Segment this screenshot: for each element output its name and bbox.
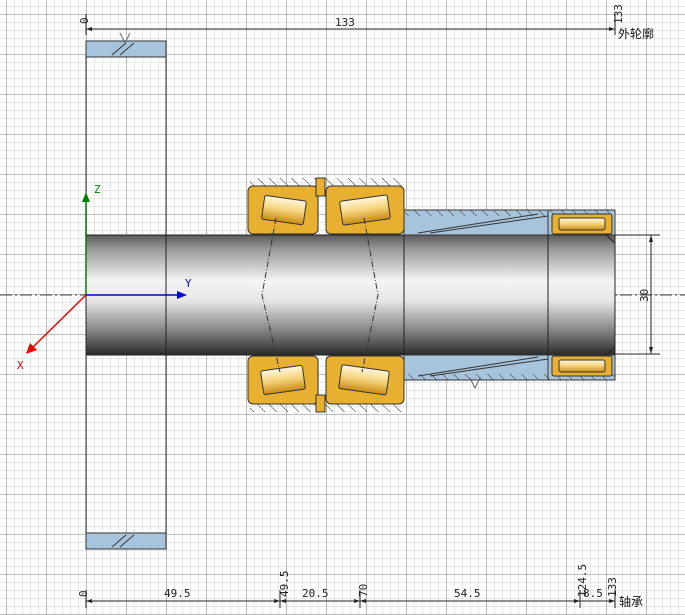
axis-x-label: X [17, 359, 24, 372]
bottom-dim-7: 8.5 [583, 587, 603, 600]
sleeve-bottom[interactable] [403, 354, 549, 390]
tapered-bearing-right-bottom[interactable] [325, 355, 405, 405]
tapered-bearing-right-top[interactable] [325, 185, 405, 235]
spacer-bottom [315, 394, 326, 413]
bottom-dim-4: 70 [357, 584, 370, 597]
top-dim-start: 0 [78, 17, 91, 24]
shaft-assembly-drawing: 0 133 133 外轮廓 30 Z Y X 0 49.5 49.5 20.5 … [0, 4, 685, 609]
axis-z-label: Z [94, 183, 101, 196]
bottom-dim-start: 0 [77, 590, 90, 597]
sleeve-top[interactable] [403, 209, 549, 236]
cylindrical-bearing-top[interactable] [547, 209, 616, 236]
diameter-value: 30 [638, 289, 651, 302]
bottom-dim-end: 133 [606, 577, 619, 597]
spacer-top [315, 177, 326, 197]
housing-hatch-top [250, 178, 404, 186]
bottom-dim-1: 49.5 [164, 587, 191, 600]
tapered-bearing-left-top[interactable] [247, 185, 319, 235]
drawing-canvas[interactable]: 0 133 133 外轮廓 30 Z Y X 0 49.5 49.5 20.5 … [0, 0, 685, 615]
top-dim-end: 133 [612, 4, 625, 24]
outer-contour-label: 外轮廓 [618, 26, 654, 41]
bottom-dim-3: 20.5 [302, 587, 329, 600]
tapered-bearing-left-bottom[interactable] [247, 355, 319, 405]
bottom-dim-5: 54.5 [454, 587, 481, 600]
bearing-label: 轴承 [619, 594, 643, 609]
cylindrical-bearing-bottom[interactable] [547, 354, 616, 381]
axis-y-label: Y [185, 277, 192, 290]
top-dim-total: 133 [335, 16, 355, 29]
housing-hatch-bottom [250, 404, 404, 412]
bottom-dim-2: 49.5 [278, 571, 291, 598]
